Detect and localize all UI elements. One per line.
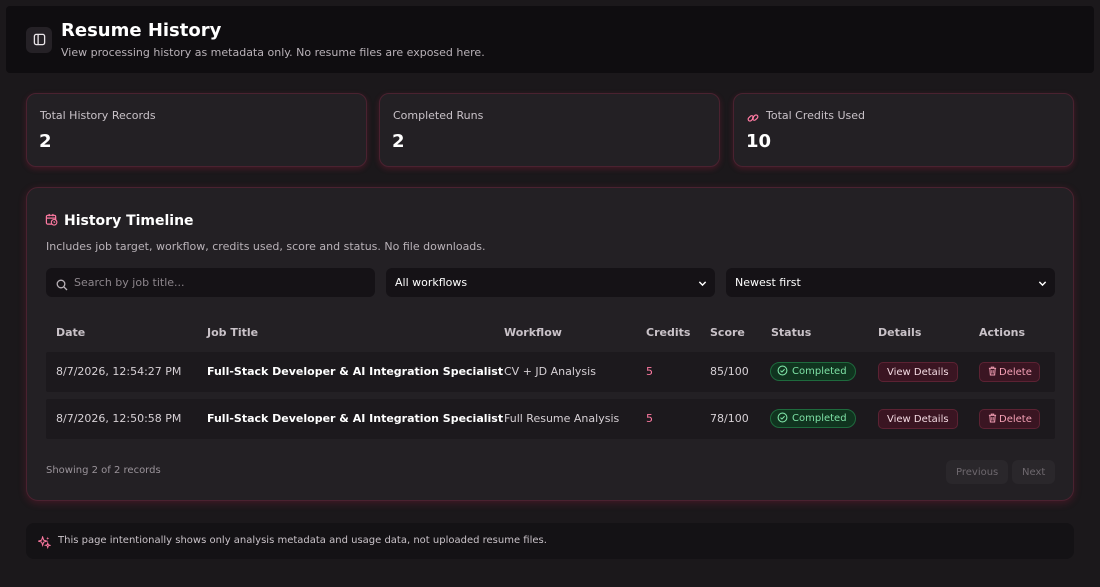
check-circle-icon (777, 365, 788, 379)
delete-button[interactable]: Delete (979, 409, 1040, 429)
row-job-title: Full-Stack Developer & AI Integration Sp… (207, 412, 504, 425)
search-icon (56, 276, 68, 295)
row-score: 78/100 (710, 412, 749, 425)
view-details-button[interactable]: View Details (878, 409, 958, 429)
view-details-button[interactable]: View Details (878, 362, 958, 382)
sort-order-value: Newest first (735, 276, 801, 289)
column-header-score: Score (710, 326, 745, 339)
trash-icon (988, 413, 997, 426)
sort-order-select[interactable]: Newest first (726, 268, 1055, 297)
stat-value: 2 (392, 131, 405, 152)
privacy-note-text: This page intentionally shows only analy… (58, 535, 547, 546)
delete-label: Delete (999, 413, 1032, 425)
delete-label: Delete (999, 366, 1032, 378)
row-score: 85/100 (710, 365, 749, 378)
row-credits: 5 (646, 412, 653, 425)
timeline-description: Includes job target, workflow, credits u… (46, 240, 486, 253)
row-workflow: Full Resume Analysis (504, 412, 620, 425)
table-row: 8/7/2026, 12:50:58 PM Full-Stack Develop… (46, 399, 1055, 439)
stat-card-completed-runs: Completed Runs 2 (379, 93, 720, 167)
column-header-job-title: Job Title (207, 326, 259, 339)
status-badge: Completed (770, 409, 856, 428)
status-badge: Completed (770, 362, 856, 381)
chevron-down-icon (698, 278, 707, 291)
page-subtitle: View processing history as metadata only… (61, 46, 485, 59)
page-title: Resume History (61, 20, 222, 41)
workflow-filter-select[interactable]: All workflows (386, 268, 715, 297)
sidebar-toggle-button[interactable] (26, 27, 52, 53)
column-header-date: Date (56, 326, 86, 339)
sparkles-icon (36, 534, 52, 553)
stat-card-total-credits: Total Credits Used 10 (733, 93, 1074, 167)
calendar-clock-icon (45, 211, 58, 230)
row-job-title: Full-Stack Developer & AI Integration Sp… (207, 365, 504, 378)
column-header-credits: Credits (646, 326, 691, 339)
stat-card-total-records: Total History Records 2 (26, 93, 367, 167)
status-label: Completed (792, 413, 847, 424)
timeline-title-row: History Timeline (45, 211, 194, 230)
column-header-status: Status (771, 326, 812, 339)
row-workflow: CV + JD Analysis (504, 365, 596, 378)
delete-button[interactable]: Delete (979, 362, 1040, 382)
sidebar-icon (33, 31, 46, 50)
stat-value: 10 (746, 131, 772, 152)
previous-page-button[interactable]: Previous (946, 460, 1009, 484)
column-header-details: Details (878, 326, 922, 339)
records-count-text: Showing 2 of 2 records (46, 465, 161, 476)
workflow-filter-value: All workflows (395, 276, 468, 289)
history-timeline-panel: History Timeline Includes job target, wo… (26, 187, 1074, 501)
privacy-note: This page intentionally shows only analy… (26, 523, 1074, 559)
column-header-actions: Actions (979, 326, 1025, 339)
check-circle-icon (777, 412, 788, 426)
chevron-down-icon (1038, 278, 1047, 291)
trash-icon (988, 366, 997, 379)
row-date: 8/7/2026, 12:50:58 PM (56, 412, 182, 425)
search-input[interactable] (74, 268, 370, 297)
search-box[interactable] (46, 268, 375, 297)
stat-value: 2 (39, 131, 52, 152)
row-date: 8/7/2026, 12:54:27 PM (56, 365, 182, 378)
column-header-workflow: Workflow (504, 326, 562, 339)
stat-label: Total Credits Used (766, 109, 866, 122)
stat-label: Total History Records (40, 109, 156, 122)
row-credits: 5 (646, 365, 653, 378)
page-header: Resume History View processing history a… (6, 6, 1094, 73)
stat-label: Completed Runs (393, 109, 484, 122)
timeline-title: History Timeline (64, 212, 194, 229)
status-label: Completed (792, 366, 847, 377)
next-page-button[interactable]: Next (1012, 460, 1056, 484)
table-row: 8/7/2026, 12:54:27 PM Full-Stack Develop… (46, 352, 1055, 392)
link-icon (747, 109, 759, 128)
